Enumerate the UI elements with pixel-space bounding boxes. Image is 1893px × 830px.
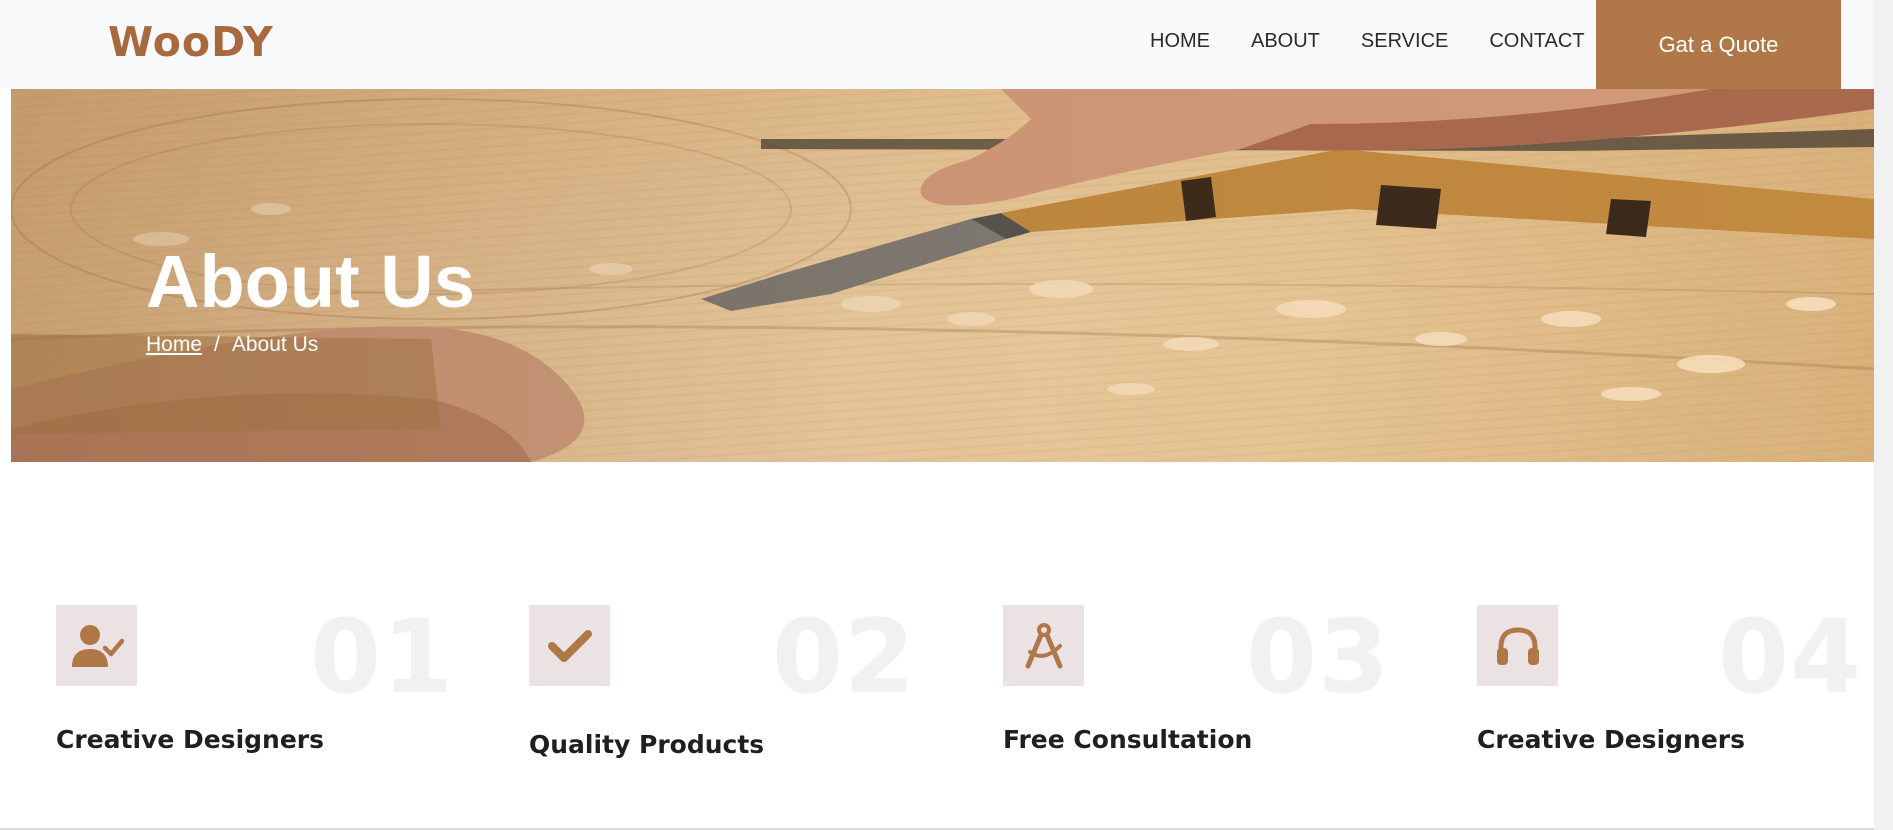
nav-link-about[interactable]: ABOUT — [1251, 30, 1320, 53]
user-check-icon — [71, 624, 124, 667]
breadcrumb-current: About Us — [231, 333, 319, 356]
navbar: WooDY HOME ABOUT SERVICE CONTACT Gat a Q… — [0, 0, 1893, 89]
drafting-compass-icon — [1025, 622, 1062, 668]
feature-title: Quality Products — [529, 730, 765, 759]
feature-title: Creative Designers — [1477, 725, 1745, 754]
nav-links: HOME ABOUT SERVICE CONTACT — [1150, 30, 1626, 53]
feature-title: Creative Designers — [56, 725, 324, 754]
nav-link-contact[interactable]: CONTACT — [1489, 30, 1584, 53]
feature-card-4: 04 Creative Designers — [1477, 598, 1893, 765]
feature-icon-box — [1003, 605, 1084, 686]
feature-card-3: 03 Free Consultation — [1003, 598, 1433, 765]
breadcrumb-home-link[interactable]: Home — [146, 333, 202, 357]
breadcrumb: Home / About Us — [146, 333, 318, 357]
hero-banner: About Us Home / About Us — [11, 89, 1874, 462]
page-scrollbar[interactable] — [1874, 0, 1893, 830]
breadcrumb-separator: / — [214, 333, 220, 356]
headphones-icon — [1496, 626, 1539, 665]
feature-number: 04 — [1718, 598, 1862, 717]
feature-card-1: 01 Creative Designers — [56, 598, 486, 765]
feature-title: Free Consultation — [1003, 725, 1253, 754]
feature-icon-box — [56, 605, 137, 686]
feature-icon-box — [529, 605, 610, 686]
nav-link-home[interactable]: HOME — [1150, 30, 1210, 53]
feature-number: 01 — [310, 598, 454, 717]
check-icon — [547, 629, 592, 662]
feature-number: 03 — [1246, 598, 1390, 717]
get-quote-button[interactable]: Gat a Quote — [1596, 0, 1841, 89]
feature-number: 02 — [772, 598, 916, 717]
nav-link-service[interactable]: SERVICE — [1361, 30, 1448, 53]
brand-logo[interactable]: WooDY — [108, 18, 274, 66]
feature-card-2: 02 Quality Products — [529, 598, 959, 765]
page-title: About Us — [146, 240, 475, 323]
feature-icon-box — [1477, 605, 1558, 686]
